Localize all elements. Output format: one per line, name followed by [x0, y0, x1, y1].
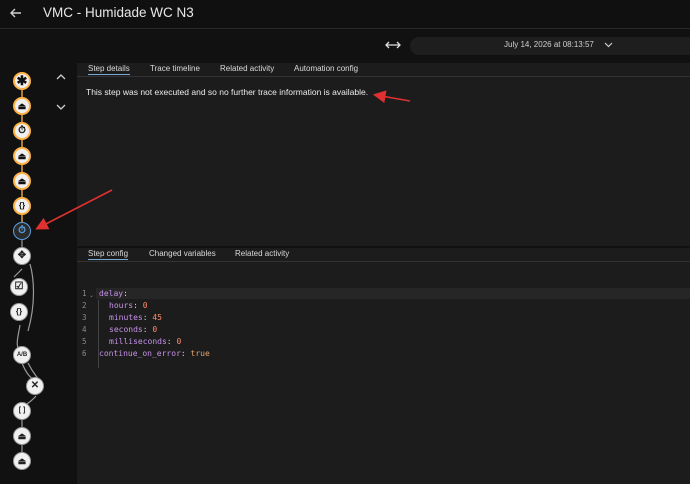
annotation-arrow-message: [372, 90, 411, 103]
annotation-arrows: [35, 90, 411, 230]
annotation-arrow-node: [35, 189, 113, 230]
